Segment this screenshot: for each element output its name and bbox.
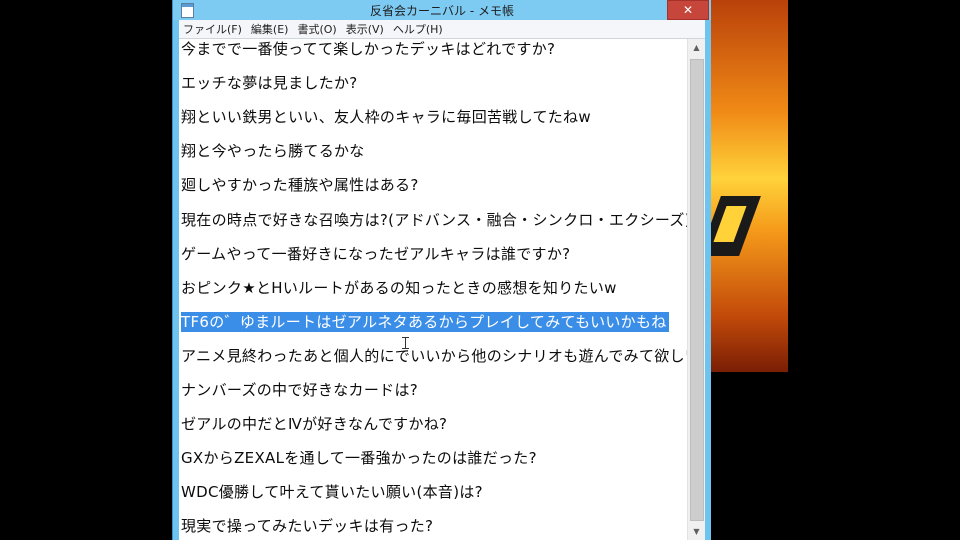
text-line[interactable]: 現実で操ってみたいデッキは有った?: [181, 516, 433, 536]
window-title: 反省会カーニバル - メモ帳: [370, 4, 514, 18]
text-line[interactable]: ナンバーズの中で好きなカードは?: [181, 380, 418, 400]
vertical-scrollbar[interactable]: ▲ ▼: [687, 39, 705, 540]
text-editor[interactable]: 今までで一番使ってて楽しかったデッキはどれですか? エッチな夢は見ましたか? 翔とい…: [179, 38, 705, 540]
title-bar[interactable]: 反省会カーニバル - メモ帳 ✕: [173, 0, 711, 20]
close-icon: ✕: [682, 3, 694, 17]
text-line[interactable]: 廻しやすかった種族や属性はある?: [181, 175, 419, 195]
text-line[interactable]: 翔と今やったら勝てるかな: [181, 141, 365, 161]
scroll-thumb[interactable]: [690, 59, 704, 521]
text-line[interactable]: アニメ見終わったあと個人的にでいいから他のシナリオも遊んでみて欲しいな: [181, 346, 687, 366]
text-line[interactable]: 翔といい鉄男といい、友人枠のキャラに毎回苦戦してたねw: [181, 107, 591, 127]
text-line-selected[interactable]: TF6の゛ゆまルートはゼアルネタあるからプレイしてみてもいいかもね: [181, 312, 669, 332]
menu-bar: ファイル(F) 編集(E) 書式(O) 表示(V) ヘルプ(H): [179, 20, 705, 38]
text-line[interactable]: エッチな夢は見ましたか?: [181, 73, 358, 93]
letterbox-right: [788, 0, 960, 540]
menu-help[interactable]: ヘルプ(H): [389, 21, 448, 37]
text-line[interactable]: 今までで一番使ってて楽しかったデッキはどれですか?: [181, 39, 555, 59]
text-line[interactable]: ゲームやって一番好きになったゼアルキャラは誰ですか?: [181, 244, 570, 264]
menu-view[interactable]: 表示(V): [342, 21, 389, 37]
scroll-up-arrow-icon[interactable]: ▲: [688, 39, 705, 56]
text-cursor-icon: [402, 337, 409, 349]
close-button[interactable]: ✕: [667, 0, 709, 20]
text-line[interactable]: WDC優勝して叶えて貰いたい願い(本音)は?: [181, 482, 483, 502]
text-line[interactable]: おピンク★とHいルートがあるの知ったときの感想を知りたいw: [181, 278, 617, 298]
menu-format[interactable]: 書式(O): [293, 21, 341, 37]
text-line[interactable]: GXからZEXALを通して一番強かったのは誰だった?: [181, 448, 537, 468]
menu-file[interactable]: ファイル(F): [179, 21, 247, 37]
screen: 反省会カーニバル - メモ帳 ✕ ファイル(F) 編集(E) 書式(O) 表示(…: [0, 0, 960, 540]
notepad-window: 反省会カーニバル - メモ帳 ✕ ファイル(F) 編集(E) 書式(O) 表示(…: [172, 0, 711, 540]
text-line[interactable]: ゼアルの中だとⅣが好きなんですかね?: [181, 414, 447, 434]
text-line[interactable]: 現在の時点で好きな召喚方は?(アドバンス・融合・シンクロ・エクシーズ): [181, 210, 687, 230]
text-area[interactable]: 今までで一番使ってて楽しかったデッキはどれですか? エッチな夢は見ましたか? 翔とい…: [179, 39, 687, 540]
menu-edit[interactable]: 編集(E): [247, 21, 294, 37]
scroll-down-arrow-icon[interactable]: ▼: [688, 523, 705, 540]
background-game-art: [706, 0, 788, 372]
